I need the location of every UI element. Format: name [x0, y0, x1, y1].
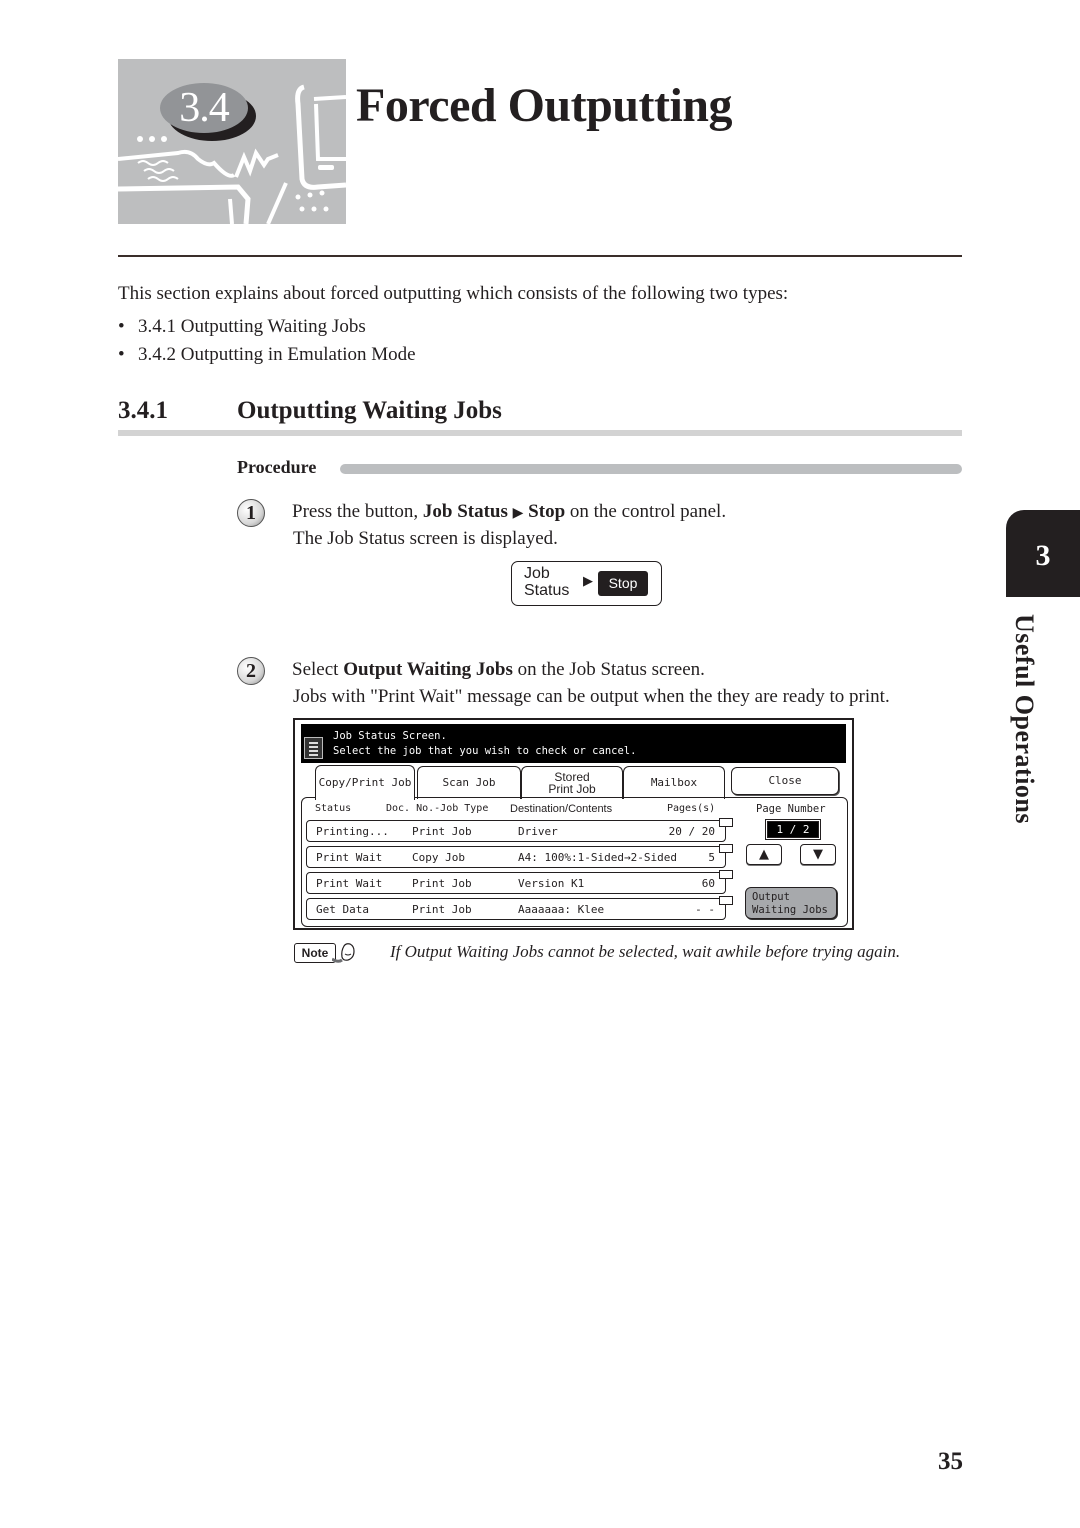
step-2-detail: Jobs with "Print Wait" message can be ou… — [293, 686, 890, 707]
row-tab-icon — [719, 818, 733, 838]
screen-title: Job Status Screen. — [333, 730, 447, 742]
key-label: Status — [524, 582, 570, 599]
button-label: Output — [752, 891, 790, 903]
job-status: Print Wait — [316, 877, 383, 890]
job-type: Print Job — [412, 903, 472, 916]
arrow-right-icon: ▶ — [512, 505, 524, 521]
tab-mailbox[interactable]: Mailbox — [623, 766, 725, 799]
bullet-item: • 3.4.2 Outputting in Emulation Mode — [118, 344, 416, 372]
chapter-tab: 3 — [1006, 510, 1080, 597]
job-destination: Aaaaaaa: Klee — [518, 903, 605, 916]
arrow-right-icon: ▶ — [583, 574, 593, 589]
page-number-value: 1 / 2 — [766, 820, 820, 839]
job-row[interactable]: Print Wait Print Job Version K1 60 — [306, 870, 733, 894]
job-destination: Driver — [518, 825, 558, 838]
job-status-screen: Job Status Screen. Select the job that y… — [293, 718, 854, 930]
procedure-bar — [340, 464, 962, 474]
job-row[interactable]: Print Wait Copy Job A4: 100%:1-Sided→2-S… — [306, 844, 733, 868]
chapter-number: 3.4 — [179, 85, 230, 131]
note-hand-icon — [332, 943, 355, 963]
chapter-illustration: 3.4 — [118, 59, 346, 224]
bullet-item: • 3.4.1 Outputting Waiting Jobs — [118, 316, 416, 344]
job-type: Print Job — [412, 877, 472, 890]
note-text: If Output Waiting Jobs cannot be selecte… — [390, 942, 901, 961]
column-header-destination: Destination/Contents — [510, 803, 613, 815]
title-divider — [118, 255, 962, 257]
output-waiting-jobs-button[interactable]: Output Waiting Jobs — [745, 887, 837, 919]
row-tab-icon — [719, 870, 733, 890]
button-label: Waiting Jobs — [752, 904, 828, 916]
job-pages: 5 — [708, 851, 715, 864]
step-text-part: Press the button, — [292, 501, 423, 522]
procedure-label: Procedure — [237, 457, 317, 477]
page-number-label: Page Number — [756, 803, 826, 815]
step-2-instruction: Select Output Waiting Jobs on the Job St… — [292, 659, 705, 681]
chapter-label: Useful Operations — [1010, 614, 1039, 824]
job-type: Print Job — [412, 825, 472, 838]
page-title: Forced Outputting — [356, 79, 732, 132]
bullet-text: 3.4.1 Outputting Waiting Jobs — [138, 316, 366, 337]
column-header-status: Status — [315, 803, 352, 814]
job-destination: Version K1 — [518, 877, 585, 890]
bullet-text: 3.4.2 Outputting in Emulation Mode — [138, 344, 416, 365]
section-number: 3.4.1 — [118, 397, 168, 424]
key-label: Job — [524, 565, 550, 582]
step-1-instruction: Press the button, Job Status ▶ Stop on t… — [292, 501, 726, 523]
job-row[interactable]: Get Data Print Job Aaaaaaa: Klee - - — [306, 896, 733, 920]
row-tab-icon — [719, 844, 733, 864]
close-button[interactable]: Close — [731, 767, 839, 795]
step-2-number-icon: 2 — [237, 657, 265, 685]
stop-key[interactable]: Stop — [598, 571, 648, 596]
section-title: Outputting Waiting Jobs — [237, 397, 502, 424]
row-tab-icon — [719, 896, 733, 916]
step-bold-term: Job Status — [422, 501, 508, 522]
chapter-number-badge: 3.4 — [160, 83, 256, 141]
section-divider — [118, 430, 962, 436]
job-status: Print Wait — [316, 851, 383, 864]
step-text-part: on the control panel. — [565, 501, 727, 522]
tab-scan-job[interactable]: Scan Job — [417, 766, 521, 799]
intro-bullet-list: • 3.4.1 Outputting Waiting Jobs • 3.4.2 … — [118, 316, 416, 372]
bullet-icon: • — [118, 344, 125, 365]
job-type: Copy Job — [412, 851, 465, 864]
job-status-key[interactable]: Job Status — [524, 565, 569, 599]
page-down-button[interactable]: ▼ — [800, 844, 836, 865]
bullet-icon: • — [118, 316, 125, 337]
step-text-part: on the Job Status screen. — [512, 659, 705, 680]
job-pages: 60 — [701, 877, 715, 890]
note-badge: Note — [294, 943, 336, 963]
page-number: 35 — [938, 1448, 963, 1475]
step-1-result: The Job Status screen is displayed. — [293, 528, 558, 549]
page-up-button[interactable]: ▲ — [746, 844, 782, 865]
job-list-icon — [304, 737, 323, 759]
control-panel-keys: Job Status ▶ Stop — [511, 561, 662, 606]
step-bold-term: Output Waiting Jobs — [343, 659, 513, 680]
job-destination: A4: 100%:1-Sided→2-Sided — [518, 851, 677, 864]
job-pages: 20 / 20 — [668, 825, 715, 838]
column-header-job-type: Doc. No.-Job Type — [386, 803, 489, 814]
job-status: Get Data — [316, 903, 369, 916]
tab-label: Print Job — [548, 782, 596, 796]
screen-instruction: Select the job that you wish to check or… — [333, 745, 637, 757]
tab-copy-print-job[interactable]: Copy/Print Job — [315, 765, 415, 800]
intro-paragraph: This section explains about forced outpu… — [118, 283, 789, 304]
job-status: Printing... — [316, 825, 389, 838]
job-row[interactable]: Printing... Print Job Driver 20 / 20 — [306, 818, 733, 842]
tab-stored-print-job[interactable]: Stored Print Job — [521, 766, 623, 799]
step-1-number-icon: 1 — [237, 499, 265, 527]
step-bold-term: Stop — [528, 501, 566, 522]
job-pages: - - — [695, 903, 715, 916]
screen-header: Job Status Screen. Select the job that y… — [301, 724, 846, 763]
column-header-pages: Pages(s) — [667, 803, 716, 814]
step-text-part: Select — [292, 659, 344, 680]
